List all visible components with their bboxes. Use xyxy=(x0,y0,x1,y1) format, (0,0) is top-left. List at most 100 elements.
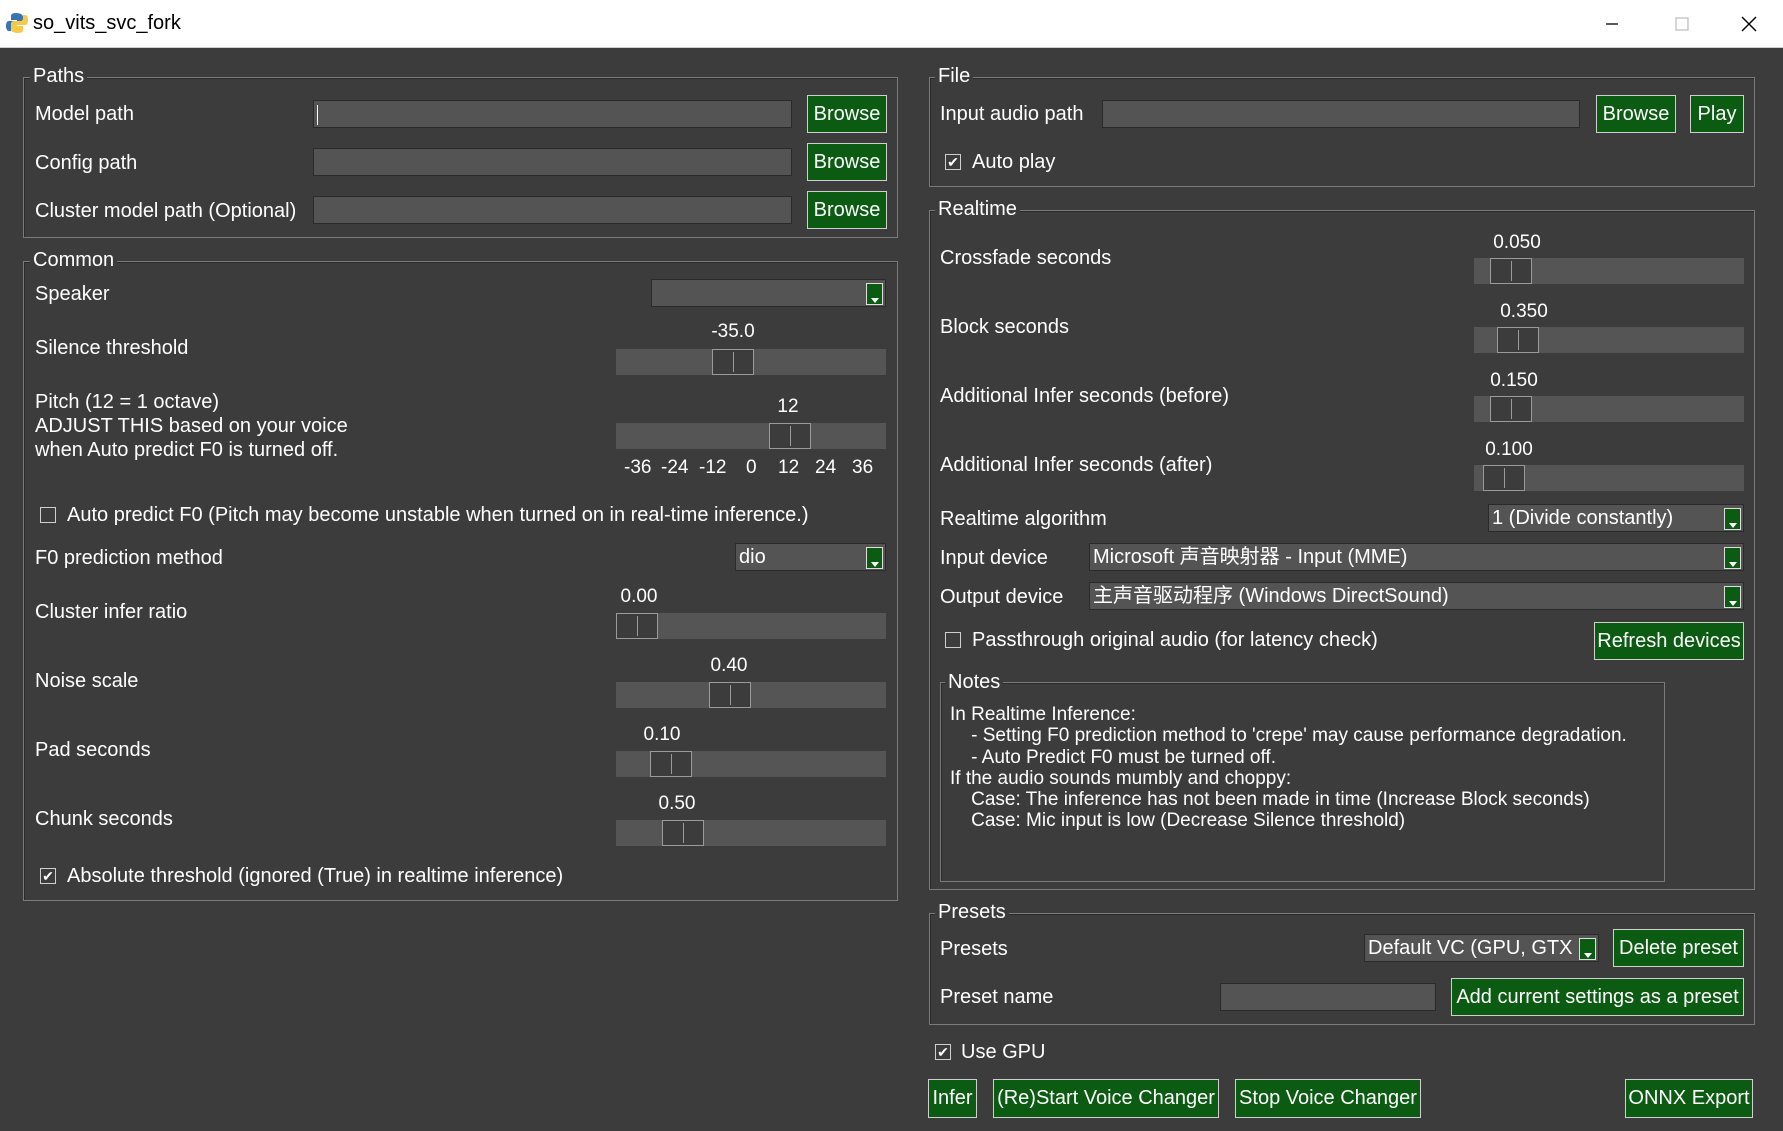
minimize-icon[interactable] xyxy=(1577,0,1647,47)
pitch-label-line3: when Auto predict F0 is turned off. xyxy=(35,439,339,461)
notes-line: If the audio sounds mumbly and choppy: xyxy=(950,767,1292,789)
common-frame-title: Common xyxy=(30,249,118,271)
input-audio-browse-button[interactable]: Browse xyxy=(1596,95,1676,133)
pitch-slider[interactable] xyxy=(616,423,886,449)
pad-seconds-slider[interactable] xyxy=(616,751,886,777)
presets-frame-title: Presets xyxy=(935,901,1009,923)
add-preset-button[interactable]: Add current settings as a preset xyxy=(1451,978,1744,1016)
noise-scale-value: 0.40 xyxy=(710,655,748,676)
pitch-tick: 24 xyxy=(815,457,837,478)
auto-play-checkbox[interactable]: ✔ xyxy=(945,154,961,170)
slider-handle[interactable] xyxy=(1483,465,1525,491)
crossfade-seconds-value: 0.050 xyxy=(1493,232,1541,253)
onnx-export-button[interactable]: ONNX Export xyxy=(1625,1079,1753,1118)
preset-name-input[interactable] xyxy=(1220,983,1436,1011)
config-path-browse-button[interactable]: Browse xyxy=(807,143,887,181)
chunk-seconds-value: 0.50 xyxy=(658,793,696,814)
chevron-down-icon xyxy=(1724,547,1741,569)
close-icon[interactable] xyxy=(1714,0,1783,47)
presets-combo-value: Default VC (GPU, GTX 1 xyxy=(1368,937,1590,959)
realtime-algorithm-label: Realtime algorithm xyxy=(940,508,1107,530)
absolute-threshold-label: Absolute threshold (ignored (True) in re… xyxy=(67,865,564,887)
title-bar: so_vits_svc_fork xyxy=(0,0,1783,48)
slider-handle[interactable] xyxy=(650,751,692,777)
pitch-tick-labels: -36 -24 -12 0 12 24 36 xyxy=(616,457,886,481)
preset-name-label: Preset name xyxy=(940,986,1054,1008)
cluster-infer-ratio-label: Cluster infer ratio xyxy=(35,601,188,623)
noise-scale-label: Noise scale xyxy=(35,670,139,692)
config-path-input[interactable] xyxy=(313,148,792,176)
input-audio-path-input[interactable] xyxy=(1102,100,1580,128)
model-path-label: Model path xyxy=(35,103,134,125)
input-device-label: Input device xyxy=(940,547,1048,569)
use-gpu-label: Use GPU xyxy=(961,1041,1046,1063)
chunk-seconds-slider[interactable] xyxy=(616,820,886,846)
absolute-threshold-checkbox[interactable]: ✔ xyxy=(40,868,56,884)
maximize-icon[interactable] xyxy=(1647,0,1717,47)
f0-method-label: F0 prediction method xyxy=(35,547,223,569)
python-app-icon xyxy=(6,13,28,33)
auto-predict-f0-checkbox[interactable] xyxy=(40,507,56,523)
crossfade-seconds-label: Crossfade seconds xyxy=(940,247,1112,269)
notes-line: - Auto Predict F0 must be turned off. xyxy=(950,746,1276,768)
cluster-path-browse-button[interactable]: Browse xyxy=(807,191,887,229)
use-gpu-checkbox[interactable]: ✔ xyxy=(935,1044,951,1060)
infer-before-value: 0.150 xyxy=(1490,370,1538,391)
model-path-browse-button[interactable]: Browse xyxy=(807,95,887,133)
cluster-path-input[interactable] xyxy=(313,196,792,224)
notes-frame-title: Notes xyxy=(945,671,1004,693)
delete-preset-button[interactable]: Delete preset xyxy=(1613,929,1744,967)
crossfade-seconds-slider[interactable] xyxy=(1474,258,1744,284)
slider-handle[interactable] xyxy=(712,349,754,375)
window-title: so_vits_svc_fork xyxy=(33,12,181,34)
input-device-combo[interactable]: Microsoft 声音映射器 - Input (MME) xyxy=(1089,543,1744,571)
speaker-combo[interactable] xyxy=(651,279,886,307)
slider-handle[interactable] xyxy=(1490,396,1532,422)
stop-voice-changer-button[interactable]: Stop Voice Changer xyxy=(1235,1079,1421,1118)
f0-method-combo[interactable]: dio xyxy=(735,543,886,571)
slider-handle[interactable] xyxy=(769,423,811,449)
infer-after-slider[interactable] xyxy=(1474,465,1744,491)
pad-seconds-label: Pad seconds xyxy=(35,739,151,761)
passthrough-checkbox[interactable] xyxy=(945,632,961,648)
refresh-devices-button[interactable]: Refresh devices xyxy=(1594,622,1744,660)
output-device-combo[interactable]: 主声音驱动程序 (Windows DirectSound) xyxy=(1089,582,1744,610)
file-frame-title: File xyxy=(935,65,974,87)
infer-button[interactable]: Infer xyxy=(928,1079,977,1118)
notes-line: In Realtime Inference: xyxy=(950,704,1136,725)
block-seconds-label: Block seconds xyxy=(940,316,1069,338)
notes-line: Case: Mic input is low (Decrease Silence… xyxy=(950,810,1406,832)
slider-handle[interactable] xyxy=(709,682,751,708)
realtime-algorithm-combo[interactable]: 1 (Divide constantly) xyxy=(1488,504,1744,532)
chevron-down-icon xyxy=(866,283,883,305)
chunk-seconds-label: Chunk seconds xyxy=(35,808,173,830)
slider-handle[interactable] xyxy=(1490,258,1532,284)
chevron-down-icon xyxy=(866,547,883,569)
pitch-tick: -36 xyxy=(624,457,652,478)
pitch-tick: 36 xyxy=(852,457,874,478)
presets-label: Presets xyxy=(940,938,1008,960)
cluster-infer-ratio-slider[interactable] xyxy=(616,613,886,639)
notes-line: Case: The inference has not been made in… xyxy=(950,789,1590,811)
presets-combo[interactable]: Default VC (GPU, GTX 1 xyxy=(1364,934,1599,962)
f0-method-value: dio xyxy=(739,546,766,568)
play-button[interactable]: Play xyxy=(1690,95,1744,133)
slider-handle[interactable] xyxy=(662,820,704,846)
noise-scale-slider[interactable] xyxy=(616,682,886,708)
realtime-frame-title: Realtime xyxy=(935,198,1020,220)
pitch-value: 12 xyxy=(777,396,799,417)
config-path-label: Config path xyxy=(35,152,138,174)
slider-handle[interactable] xyxy=(1497,327,1539,353)
pitch-tick: 0 xyxy=(746,457,757,478)
realtime-algorithm-value: 1 (Divide constantly) xyxy=(1492,507,1674,529)
silence-threshold-label: Silence threshold xyxy=(35,337,189,359)
restart-voice-changer-button[interactable]: (Re)Start Voice Changer xyxy=(993,1079,1219,1118)
block-seconds-slider[interactable] xyxy=(1474,327,1744,353)
output-device-label: Output device xyxy=(940,586,1064,608)
infer-before-slider[interactable] xyxy=(1474,396,1744,422)
silence-threshold-slider[interactable] xyxy=(616,349,886,375)
pitch-label-line1: Pitch (12 = 1 octave) xyxy=(35,391,219,413)
model-path-input[interactable] xyxy=(313,100,792,128)
chevron-down-icon xyxy=(1579,938,1596,960)
slider-handle[interactable] xyxy=(616,613,658,639)
